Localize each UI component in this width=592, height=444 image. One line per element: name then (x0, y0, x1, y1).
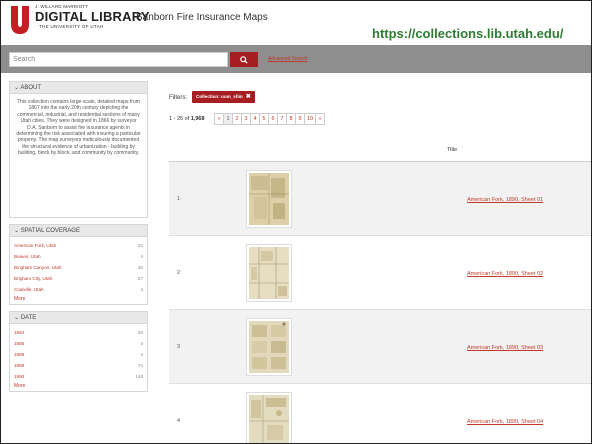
facet-count: 3 (140, 341, 143, 346)
facet-count: 4 (140, 254, 143, 259)
filter-chip-label: Collection: uum_sfim (196, 94, 243, 99)
map-thumbnail[interactable] (246, 170, 292, 228)
row-number: 1 (177, 196, 181, 202)
result-range: 1 - 25 (169, 116, 184, 122)
facet-item[interactable]: 1884 28 (10, 327, 147, 338)
filters-label: Filters: (169, 95, 187, 101)
date-more-link[interactable]: More (10, 382, 147, 391)
result-count: 1 - 25 of 1,968 (169, 116, 205, 122)
facet-label: 1884 (14, 330, 25, 335)
map-thumbnail[interactable] (246, 244, 292, 302)
facet-count: 4 (140, 287, 143, 292)
map-thumbnail[interactable] (246, 318, 292, 376)
spatial-facet-list: American Fork, Utah 24 Beaver, Utah 4 Bing… (9, 237, 148, 305)
facet-item[interactable]: Brigham City, Utah 27 (10, 273, 147, 284)
facet-item[interactable]: Beaver, Utah 4 (10, 251, 147, 262)
map-thumbnail-image (249, 321, 289, 373)
facet-count: 74 (137, 363, 143, 368)
pager-next[interactable]: » (315, 113, 326, 125)
page-frame: J. WILLARD MARRIOTT DIGITAL LIBRARY THE … (0, 0, 592, 444)
facet-count: 27 (137, 276, 143, 281)
search-input[interactable] (9, 52, 228, 67)
search-icon (240, 55, 248, 64)
spatial-facet-toggle[interactable]: ⌄ SPATIAL COVERAGE (9, 224, 148, 237)
about-facet-toggle[interactable]: ⌄ ABOUT (9, 81, 148, 94)
facet-item[interactable]: Bingham Canyon, Utah 45 (10, 262, 147, 273)
date-facet-toggle[interactable]: ⌄ DATE (9, 311, 148, 324)
date-facet-list: 1884 28 1885 3 1888 4 1889 74 1890 146 More (9, 324, 148, 392)
facet-label: Brigham City, Utah (14, 276, 53, 281)
row-number: 3 (177, 344, 181, 350)
title-column-header[interactable]: Title (447, 147, 457, 153)
sidebar: ⌄ ABOUT This collection contains large-s… (9, 81, 148, 443)
facet-item[interactable]: American Fork, Utah 24 (10, 240, 147, 251)
map-thumbnail-image (249, 173, 289, 225)
table-row[interactable]: 3 American Fork, 1890, Sheet 03 (169, 310, 591, 384)
url-annotation: https://collections.lib.utah.edu/ (372, 26, 564, 41)
chevron-down-icon: ⌄ (14, 315, 20, 321)
results-table-header: Title (169, 141, 591, 162)
facet-item[interactable]: 1890 146 (10, 371, 147, 382)
facet-label: Beaver, Utah (14, 254, 41, 259)
row-title-link[interactable]: American Fork, 1890, Sheet 02 (467, 271, 543, 277)
facet-label: 1890 (14, 374, 25, 379)
row-title-link[interactable]: American Fork, 1890, Sheet 01 (467, 197, 543, 203)
spatial-heading: SPATIAL COVERAGE (20, 228, 80, 234)
pagination: « 1 2 3 4 5 6 7 8 9 10 » (214, 113, 326, 125)
collection-title[interactable]: Sanborn Fire Insurance Maps (136, 12, 268, 23)
row-title-link[interactable]: American Fork, 1890, Sheet 04 (467, 419, 543, 425)
library-name[interactable]: DIGITAL LIBRARY (35, 9, 150, 24)
result-of: of (184, 116, 190, 122)
facet-count: 4 (140, 352, 143, 357)
results-panel: Filters: Collection: uum_sfim ✖ 1 - 25 of… (161, 81, 591, 443)
result-total: 1,968 (190, 116, 205, 122)
facet-count: 146 (135, 374, 143, 379)
map-thumbnail[interactable] (246, 392, 292, 443)
search-bar: Advanced Search (1, 45, 591, 73)
facet-count: 28 (137, 330, 143, 335)
map-thumbnail-image (249, 395, 289, 443)
close-icon[interactable]: ✖ (246, 94, 251, 100)
facet-count: 45 (137, 265, 143, 270)
table-row[interactable]: 2 American Fork, 1890, Sheet 02 (169, 236, 591, 310)
facet-item[interactable]: 1889 74 (10, 360, 147, 371)
facet-count: 24 (137, 243, 143, 248)
university-u-logo[interactable] (10, 5, 30, 35)
collection-filter-chip[interactable]: Collection: uum_sfim ✖ (192, 91, 255, 103)
facet-label: 1889 (14, 363, 25, 368)
facet-label: American Fork, Utah (14, 243, 57, 248)
row-number: 4 (177, 418, 181, 424)
facet-label: Coalville, Utah (14, 287, 44, 292)
facet-item[interactable]: 1888 4 (10, 349, 147, 360)
facet-item[interactable]: 1885 3 (10, 338, 147, 349)
map-thumbnail-image (249, 247, 289, 299)
date-heading: DATE (20, 315, 37, 321)
search-button[interactable] (230, 52, 258, 67)
about-heading: ABOUT (20, 85, 42, 91)
chevron-down-icon: ⌄ (14, 228, 20, 234)
chevron-down-icon: ⌄ (14, 85, 20, 91)
row-title-link[interactable]: American Fork, 1890, Sheet 03 (467, 345, 543, 351)
facet-item[interactable]: Coalville, Utah 4 (10, 284, 147, 295)
facet-label: 1885 (14, 341, 25, 346)
about-text: This collection contains large-scale, de… (9, 94, 148, 218)
facet-label: Bingham Canyon, Utah (14, 265, 62, 270)
row-number: 2 (177, 270, 181, 276)
spatial-more-link[interactable]: More (10, 295, 147, 304)
site-header: J. WILLARD MARRIOTT DIGITAL LIBRARY THE … (1, 1, 591, 45)
university-name: THE UNIVERSITY OF UTAH (39, 24, 104, 29)
advanced-search-link[interactable]: Advanced Search (268, 56, 307, 62)
table-row[interactable]: 4 American Fork, 1890, Sheet 04 (169, 384, 591, 443)
table-row[interactable]: 1 American Fork, 1890, Sheet 01 (169, 162, 591, 236)
facet-label: 1888 (14, 352, 25, 357)
